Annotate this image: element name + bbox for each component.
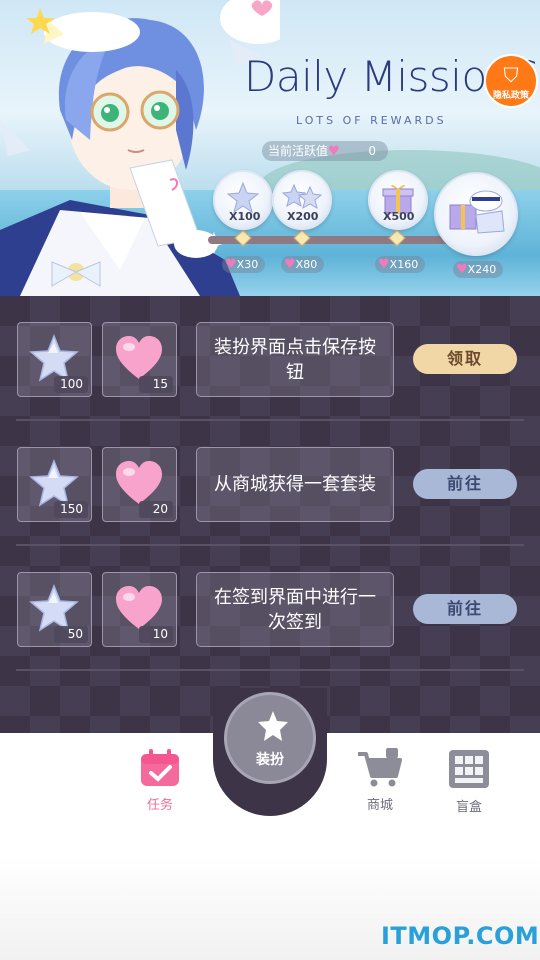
star-reward-slot: 150 xyxy=(17,447,92,522)
banner-subtitle: LOTS OF REWARDS xyxy=(296,114,447,127)
heart-reward-slot: 20 xyxy=(102,447,177,522)
character-illustration xyxy=(0,0,280,296)
nav-tasks[interactable]: 任务 xyxy=(125,748,195,813)
heart-reward-qty: 15 xyxy=(139,376,173,393)
activity-label: 当前活跃值 xyxy=(268,144,329,158)
nav-shop[interactable]: 商城 xyxy=(345,748,415,813)
reward-4-heart-value: X240 xyxy=(467,263,497,276)
heart-icon: ♥ xyxy=(328,144,340,159)
row-divider xyxy=(16,669,524,671)
nav-blind-box[interactable]: 盲盒 xyxy=(434,748,504,815)
mission-row: 50 10 在签到界面中进行一次签到 前往 xyxy=(0,546,540,671)
reward-3-amount: X500 xyxy=(383,210,415,223)
reward-3-heart-value: X160 xyxy=(389,258,419,271)
blind-box-icon xyxy=(449,750,489,788)
star-reward-qty: 150 xyxy=(54,501,88,518)
privacy-policy-label: 隐私政策 xyxy=(492,91,529,101)
reward-1-heart-req: ♥X30 xyxy=(222,256,266,273)
mission-row: 100 15 装扮界面点击保存按钮 领取 xyxy=(0,296,540,421)
go-button[interactable]: 前往 xyxy=(413,594,517,624)
heart-reward-slot: 15 xyxy=(102,322,177,397)
star-reward-qty: 100 xyxy=(54,376,88,393)
heart-icon: ♥ xyxy=(225,257,237,272)
activity-meter: 当前活跃值♥ 0 xyxy=(262,141,388,161)
heart-reward-qty: 20 xyxy=(139,501,173,518)
dress-up-button[interactable]: 装扮 xyxy=(224,692,316,784)
mission-row: 150 20 从商城获得一套套装 前往 xyxy=(0,421,540,546)
star-reward-qty: 50 xyxy=(54,626,88,643)
go-button[interactable]: 前往 xyxy=(413,469,517,499)
heart-icon: ♥ xyxy=(284,257,296,272)
reward-4-heart-req: ♥X240 xyxy=(453,261,504,278)
reward-chest-4[interactable] xyxy=(434,172,518,256)
reward-3-heart-req: ♥X160 xyxy=(375,256,426,273)
reward-1-heart-value: X30 xyxy=(236,258,259,271)
star-reward-slot: 100 xyxy=(17,322,92,397)
privacy-icon: ⛉ xyxy=(503,63,519,87)
heart-icon: ♥ xyxy=(378,257,390,272)
mission-description: 在签到界面中进行一次签到 xyxy=(196,572,394,647)
nav-shop-label: 商城 xyxy=(366,798,393,813)
dress-up-label: 装扮 xyxy=(256,752,284,768)
claim-button[interactable]: 领取 xyxy=(413,344,517,374)
calendar-check-icon xyxy=(141,749,179,786)
daily-missions-banner: Daily MissionS LOTS OF REWARDS ⛉ 隐私政策 当前… xyxy=(0,0,540,296)
reward-1-amount: X100 xyxy=(229,210,261,223)
heart-reward-qty: 10 xyxy=(139,626,173,643)
mission-list: 100 15 装扮界面点击保存按钮 领取 150 20 从商城获得一套套装 前往… xyxy=(0,296,540,736)
gift-bundle-icon xyxy=(449,190,505,234)
shopping-cart-icon xyxy=(358,748,402,787)
heart-icon: ♥ xyxy=(456,262,468,277)
mission-description: 装扮界面点击保存按钮 xyxy=(196,322,394,397)
star-reward-slot: 50 xyxy=(17,572,92,647)
mission-description: 从商城获得一套套装 xyxy=(196,447,394,522)
reward-2-heart-req: ♥X80 xyxy=(281,256,325,273)
privacy-policy-button[interactable]: ⛉ 隐私政策 xyxy=(484,54,538,108)
reward-2-amount: X200 xyxy=(287,210,319,223)
nav-blind-box-label: 盲盒 xyxy=(455,800,482,815)
star-icon xyxy=(258,711,288,741)
site-watermark: ITMOP.COM xyxy=(381,922,540,950)
reward-2-heart-value: X80 xyxy=(295,258,318,271)
nav-tasks-label: 任务 xyxy=(146,798,173,813)
activity-value: 0 xyxy=(368,144,376,158)
heart-reward-slot: 10 xyxy=(102,572,177,647)
